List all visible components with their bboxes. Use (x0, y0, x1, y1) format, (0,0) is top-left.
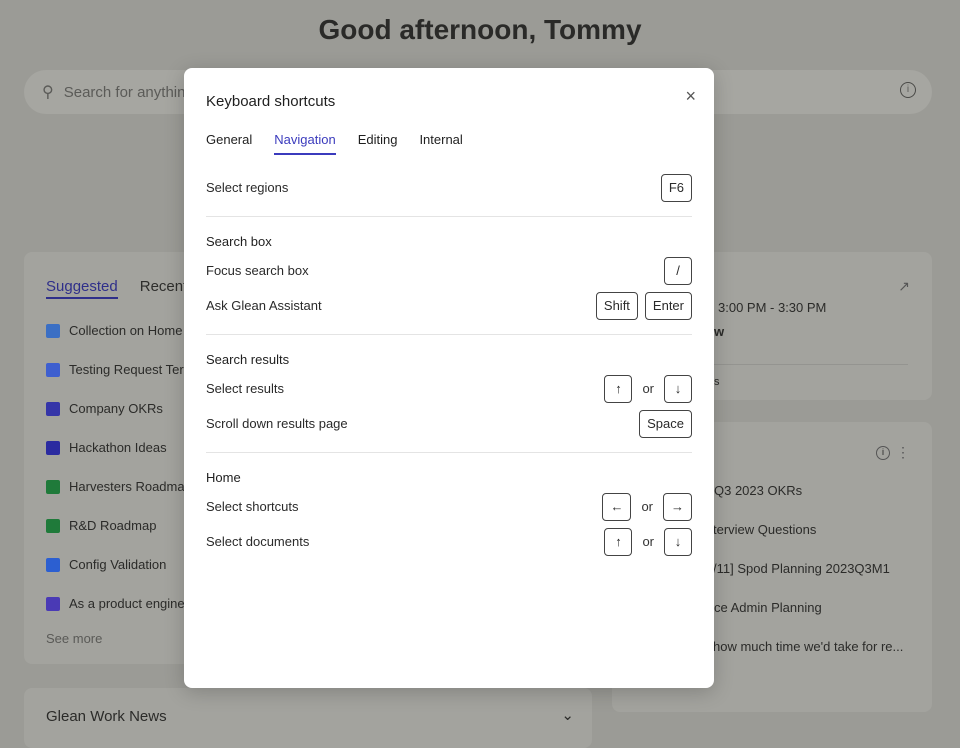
item-label: Testing Request Ter (69, 362, 184, 377)
list-item[interactable]: As a product engine (46, 584, 202, 623)
key-cap: ↑ (604, 374, 633, 403)
list-item[interactable]: R&D Roadmap (46, 506, 202, 545)
shortcut-keys: Shift Enter (595, 291, 692, 320)
doc-item[interactable]: terview Questions (713, 522, 816, 537)
shortcut-row: Scroll down results page Space (206, 406, 692, 441)
list-item[interactable]: Config Validation (46, 545, 202, 584)
shortcut-row: Select documents ↑ or ↓ (206, 524, 692, 559)
tab-editing[interactable]: Editing (358, 132, 398, 155)
shortcut-row: Select results ↑ or ↓ (206, 371, 692, 406)
info-icon[interactable]: i (876, 446, 890, 460)
search-input[interactable]: Search for anythin (64, 84, 186, 101)
tab-internal[interactable]: Internal (419, 132, 462, 155)
tab-suggested[interactable]: Suggested (46, 278, 118, 299)
doc-item[interactable]: /11] Spod Planning 2023Q3M1 (713, 561, 890, 576)
shortcut-keys: ↑ or ↓ (604, 527, 692, 556)
list-item[interactable]: Company OKRs (46, 389, 202, 428)
divider (206, 452, 692, 453)
key-cap: Space (639, 409, 692, 438)
shortcut-label: Focus search box (206, 263, 309, 278)
info-icon[interactable]: i (900, 82, 916, 98)
more-options-icon[interactable]: ⋮ (896, 444, 910, 461)
or-label: or (642, 381, 654, 396)
list-item[interactable]: Hackathon Ideas (46, 428, 202, 467)
divider (206, 334, 692, 335)
item-label: As a product engine (69, 596, 185, 611)
news-card[interactable]: Glean Work News ⌄ (24, 688, 592, 748)
shortcut-label: Select results (206, 381, 285, 396)
or-label: or (641, 499, 653, 514)
key-cap: Shift (595, 291, 638, 320)
keyboard-shortcuts-dialog: Keyboard shortcuts × General Navigation Ed… (184, 68, 714, 688)
shortcut-label: Select regions (206, 180, 289, 195)
tab-navigation[interactable]: Navigation (274, 132, 336, 155)
section-title: Search box (206, 234, 272, 249)
shortcut-row: Select regions F6 (206, 170, 692, 205)
key-cap: Enter (644, 291, 692, 320)
shortcut-keys: / (664, 256, 692, 285)
item-label: Harvesters Roadma (69, 479, 185, 494)
divider (206, 216, 692, 217)
item-label: Config Validation (69, 557, 167, 572)
file-icon (46, 362, 60, 377)
key-cap: ← (602, 492, 632, 521)
tab-recent[interactable]: Recent (140, 278, 188, 299)
key-cap: F6 (660, 173, 692, 202)
news-title: Glean Work News (46, 708, 167, 725)
list-item[interactable]: Collection on Home (46, 311, 202, 350)
item-label: Collection on Home (69, 323, 183, 338)
doc-item[interactable]: ce Admin Planning (714, 600, 822, 615)
key-cap: ↑ (604, 527, 633, 556)
shortcut-keys: F6 (660, 173, 692, 202)
greeting: Good afternoon, Tommy (318, 14, 642, 45)
shortcut-row: Focus search box / (206, 253, 692, 288)
chevron-down-icon[interactable]: ⌄ (561, 706, 574, 724)
section-title: Search results (206, 352, 290, 367)
dialog-title: Keyboard shortcuts (206, 93, 336, 110)
shortcut-keys: ← or → (602, 492, 692, 521)
search-icon: ⚲ (42, 84, 54, 101)
section-title: Home (206, 470, 241, 485)
key-cap: / (664, 256, 692, 285)
file-icon (46, 596, 60, 611)
list-item[interactable]: Harvesters Roadma (46, 467, 202, 506)
item-label: Company OKRs (69, 401, 163, 416)
file-icon (46, 401, 60, 416)
shortcut-label: Select documents (206, 534, 310, 549)
event-more: s (714, 376, 720, 388)
shortcut-keys: ↑ or ↓ (604, 374, 692, 403)
shortcut-label: Scroll down results page (206, 416, 348, 431)
list-item[interactable]: Testing Request Ter (46, 350, 202, 389)
shortcut-keys: Space (639, 409, 692, 438)
shortcut-label: Ask Glean Assistant (206, 298, 322, 313)
shortcut-row: Select shortcuts ← or → (206, 489, 692, 524)
file-icon (46, 557, 60, 572)
external-link-icon[interactable]: ↗ (898, 278, 910, 295)
shortcut-label: Select shortcuts (206, 499, 299, 514)
doc-item[interactable]: how much time we'd take for re... (713, 639, 903, 654)
see-more-link[interactable]: See more (46, 631, 202, 646)
key-cap: ↓ (664, 527, 692, 556)
event-time: 3:00 PM - 3:30 PM (718, 300, 827, 315)
file-icon (46, 440, 60, 455)
key-cap: → (663, 492, 692, 521)
shortcut-row: Ask Glean Assistant Shift Enter (206, 288, 692, 323)
key-cap: ↓ (664, 374, 692, 403)
item-label: R&D Roadmap (69, 518, 157, 533)
or-label: or (642, 534, 654, 549)
item-label: Hackathon Ideas (69, 440, 167, 455)
file-icon (46, 518, 60, 533)
close-icon[interactable]: × (685, 86, 696, 107)
event-title: w (714, 324, 725, 339)
file-icon (46, 479, 60, 494)
tab-general[interactable]: General (206, 132, 252, 155)
file-icon (46, 323, 60, 338)
doc-item[interactable]: Q3 2023 OKRs (714, 483, 802, 498)
